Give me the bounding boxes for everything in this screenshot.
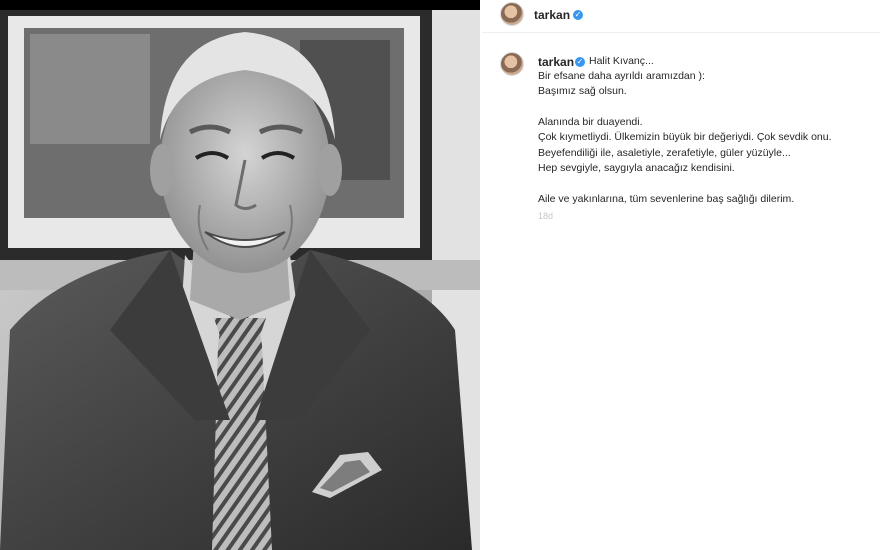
verified-icon: ✓	[573, 10, 583, 20]
caption-line: Hep sevgiyle, saygıyla anacağız kendisin…	[538, 162, 735, 174]
post-photo[interactable]	[0, 0, 480, 550]
post-timestamp[interactable]: 18d	[538, 211, 553, 221]
post-header: tarkan ✓	[482, 0, 880, 33]
top-black-bar	[0, 0, 480, 10]
caption-mention[interactable]: Halit Kıvanç...	[589, 55, 654, 67]
caption-line: Alanında bir duayendi.	[538, 116, 643, 128]
post-side-panel: tarkan ✓ tarkan ✓ Halit Kıvanç... Bir ef…	[482, 0, 880, 550]
caption-avatar[interactable]	[500, 52, 524, 76]
verified-icon: ✓	[575, 57, 585, 67]
header-username[interactable]: tarkan	[534, 8, 570, 22]
caption-username[interactable]: tarkan	[538, 55, 574, 69]
caption-line: Çok kıymetliydi. Ülkemizin büyük bir değ…	[538, 131, 832, 143]
portrait-image	[0, 0, 480, 550]
caption-line: Beyefendiliği ile, asaletiyle, zerafetiy…	[538, 147, 791, 159]
caption-line: Başımız sağ olsun.	[538, 85, 627, 97]
avatar[interactable]	[500, 2, 524, 26]
caption-line: Bir efsane daha ayrıldı aramızdan ):	[538, 70, 705, 82]
caption-line: Aile ve yakınlarına, tüm sevenlerine baş…	[538, 193, 795, 205]
